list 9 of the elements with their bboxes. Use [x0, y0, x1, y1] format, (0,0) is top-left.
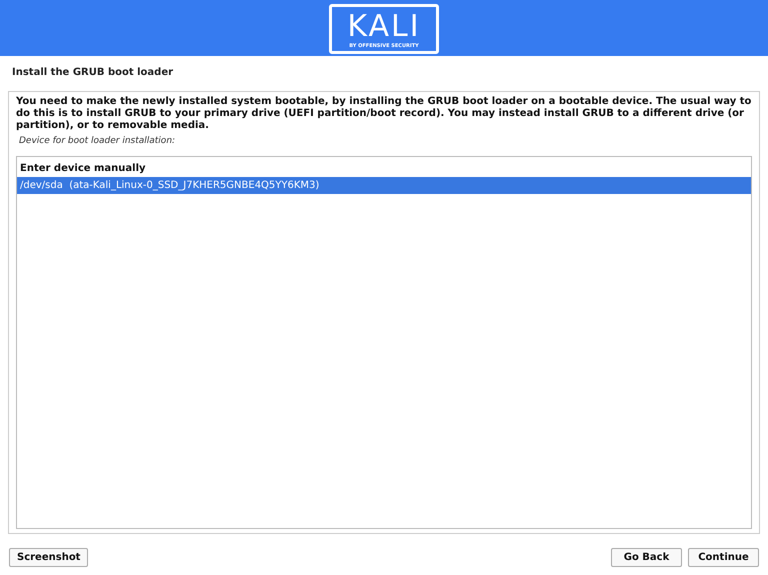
- action-button[interactable]: Screenshot: [9, 548, 88, 567]
- description-text: You need to make the newly installed system bootable, by installing the GRUB boot loader on a bootable device. The usual way to do this is to install GRUB to your primary drive (UEFI partition/boot record). You may instead install GRUB to a different drive (or partition), or to removable media.: [16, 96, 752, 132]
- prompt-text: Device for boot loader installation:: [19, 135, 176, 148]
- page-title: Install the GRUB boot loader: [12, 66, 174, 80]
- action-button[interactable]: Continue: [688, 548, 759, 567]
- logo-text: KALI: [347, 11, 421, 43]
- action-button[interactable]: Go Back: [611, 548, 682, 567]
- device-item[interactable]: Enter device manually: [17, 160, 751, 176]
- device-item[interactable]: /dev/sda (ata-Kali_Linux-0_SSD_J7KHER5GNBE4Q5YY6KM3): [17, 176, 751, 194]
